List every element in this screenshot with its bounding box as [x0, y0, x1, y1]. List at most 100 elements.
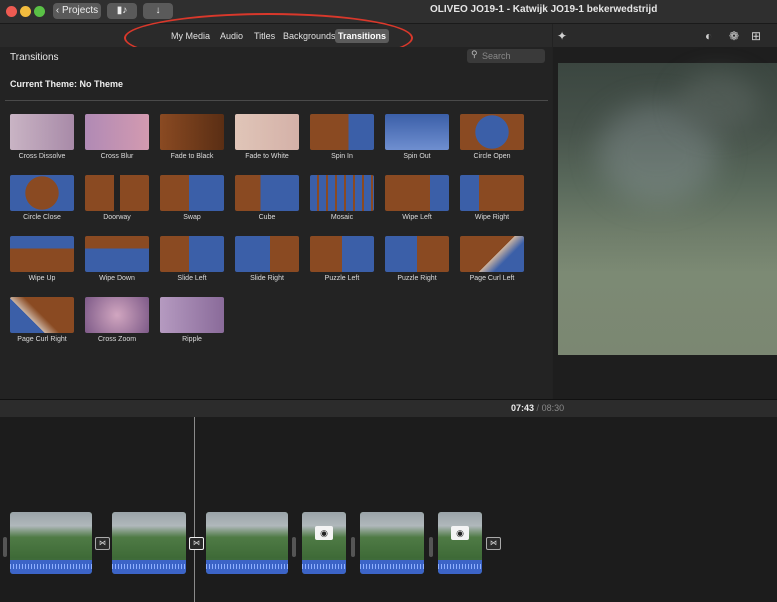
transition-tile[interactable]: Wipe Right — [460, 175, 524, 221]
playhead[interactable] — [194, 417, 195, 602]
transition-thumbnail — [10, 236, 74, 272]
transitions-browser: Transitions ⚲ Search Current Theme: No T… — [0, 47, 552, 399]
timeline-clip[interactable] — [360, 512, 424, 574]
magic-wand-icon[interactable]: ✦ — [557, 29, 567, 43]
transition-label: Ripple — [182, 336, 202, 343]
transition-tile[interactable]: Page Curl Right — [10, 297, 74, 343]
transition-tile[interactable]: Puzzle Left — [310, 236, 374, 282]
audio-waveform — [360, 564, 424, 569]
timeline-clip-slowmo[interactable]: ◉ — [438, 512, 482, 574]
transition-label: Page Curl Right — [17, 336, 67, 343]
video-preview — [558, 63, 777, 355]
transition-tile[interactable]: Cross Dissolve — [10, 114, 74, 160]
transition-label: Fade to White — [245, 153, 289, 160]
tab-backgrounds[interactable]: Backgrounds — [280, 29, 339, 43]
tab-titles[interactable]: Titles — [251, 29, 278, 43]
transition-label: Fade to Black — [170, 153, 214, 160]
transition-label: Slide Right — [250, 275, 284, 282]
transition-label: Swap — [183, 214, 201, 221]
transition-thumbnail — [310, 175, 374, 211]
transition-tile[interactable]: Slide Right — [235, 236, 299, 282]
transition-tile[interactable]: Circle Open — [460, 114, 524, 160]
transition-thumbnail — [160, 297, 224, 333]
transition-tile[interactable]: Cross Blur — [85, 114, 149, 160]
transition-icon[interactable]: ⋈ — [189, 537, 204, 550]
transition-thumbnail — [160, 236, 224, 272]
transition-tile[interactable]: Wipe Up — [10, 236, 74, 282]
transition-label: Wipe Right — [474, 214, 510, 221]
transition-label: Cross Dissolve — [18, 153, 66, 160]
transition-thumbnail — [310, 114, 374, 150]
current-time: 07:43 — [511, 403, 535, 413]
tab-my-media[interactable]: My Media — [168, 29, 213, 43]
transition-thumbnail — [160, 114, 224, 150]
transition-tile[interactable]: Ripple — [160, 297, 224, 343]
browser-title: Transitions — [10, 52, 59, 63]
clip-edge-handle[interactable] — [292, 537, 296, 557]
color-palette-icon[interactable]: ❁ — [729, 29, 739, 43]
viewer-toolbar: ✦ ◐ ❁ ⊞ — [553, 24, 777, 47]
transition-tile[interactable]: Fade to White — [235, 114, 299, 160]
transition-icon[interactable]: ⋈ — [95, 537, 110, 550]
crop-icon[interactable]: ⊞ — [751, 29, 761, 43]
transition-label: Slide Left — [177, 275, 207, 282]
tab-transitions[interactable]: Transitions — [335, 29, 390, 43]
transition-label: Mosaic — [330, 214, 354, 221]
transition-thumbnail — [385, 175, 449, 211]
minimize-window-button[interactable] — [20, 6, 31, 17]
timeline-clip-slowmo[interactable]: ◉ — [302, 512, 346, 574]
timeline-clip[interactable] — [112, 512, 186, 574]
close-window-button[interactable] — [6, 6, 17, 17]
audio-waveform — [302, 564, 346, 569]
transition-tile[interactable]: Cross Zoom — [85, 297, 149, 343]
download-button[interactable]: ↓ — [143, 3, 173, 19]
time-separator: / — [536, 403, 540, 413]
transition-label: Wipe Down — [99, 275, 135, 282]
transition-label: Circle Close — [23, 214, 61, 221]
clip-edge-handle[interactable] — [3, 537, 7, 557]
transition-thumbnail — [85, 236, 149, 272]
clip-thumbnail — [360, 512, 424, 558]
transition-tile[interactable]: Spin Out — [385, 114, 449, 160]
projects-button[interactable]: ‹ Projects — [53, 3, 101, 19]
transition-tile[interactable]: Spin In — [310, 114, 374, 160]
transition-tile[interactable]: Page Curl Left — [460, 236, 524, 282]
transition-thumbnail — [85, 297, 149, 333]
transition-thumbnail — [10, 175, 74, 211]
total-time: 08:30 — [541, 403, 565, 413]
color-balance-icon[interactable]: ◐ — [705, 29, 712, 43]
transition-label: Puzzle Left — [324, 275, 360, 282]
timeline-clip[interactable] — [206, 512, 288, 574]
transition-tile[interactable]: Doorway — [85, 175, 149, 221]
search-placeholder: Search — [482, 51, 511, 61]
search-field[interactable]: ⚲ Search — [467, 49, 545, 63]
transition-tile[interactable]: Mosaic — [310, 175, 374, 221]
transition-thumbnail — [235, 114, 299, 150]
transition-tile[interactable]: Fade to Black — [160, 114, 224, 160]
window-title: OLIVEO JO19-1 - Katwijk JO19-1 bekerweds… — [430, 4, 658, 15]
transition-icon[interactable]: ⋈ — [486, 537, 501, 550]
transition-tile[interactable]: Puzzle Right — [385, 236, 449, 282]
clip-edge-handle[interactable] — [429, 537, 433, 557]
transition-label: Wipe Up — [28, 275, 56, 282]
zoom-window-button[interactable] — [34, 6, 45, 17]
transition-tile[interactable]: Wipe Left — [385, 175, 449, 221]
audio-waveform — [206, 564, 288, 569]
transition-tile[interactable]: Circle Close — [10, 175, 74, 221]
clip-edge-handle[interactable] — [351, 537, 355, 557]
media-import-button[interactable]: ▮♪ — [107, 3, 137, 19]
transition-tile[interactable]: Slide Left — [160, 236, 224, 282]
audio-waveform — [438, 564, 482, 569]
turtle-slowmo-icon: ◉ — [315, 526, 333, 540]
transition-tile[interactable]: Cube — [235, 175, 299, 221]
clip-thumbnail — [206, 512, 288, 558]
transition-thumbnail — [460, 114, 524, 150]
transition-label: Cross Zoom — [97, 336, 137, 343]
transition-tile[interactable]: Wipe Down — [85, 236, 149, 282]
timeline-clip[interactable] — [10, 512, 92, 574]
turtle-slowmo-icon: ◉ — [451, 526, 469, 540]
transition-label: Cube — [258, 214, 276, 221]
transition-thumbnail — [310, 236, 374, 272]
tab-audio[interactable]: Audio — [217, 29, 246, 43]
transition-tile[interactable]: Swap — [160, 175, 224, 221]
